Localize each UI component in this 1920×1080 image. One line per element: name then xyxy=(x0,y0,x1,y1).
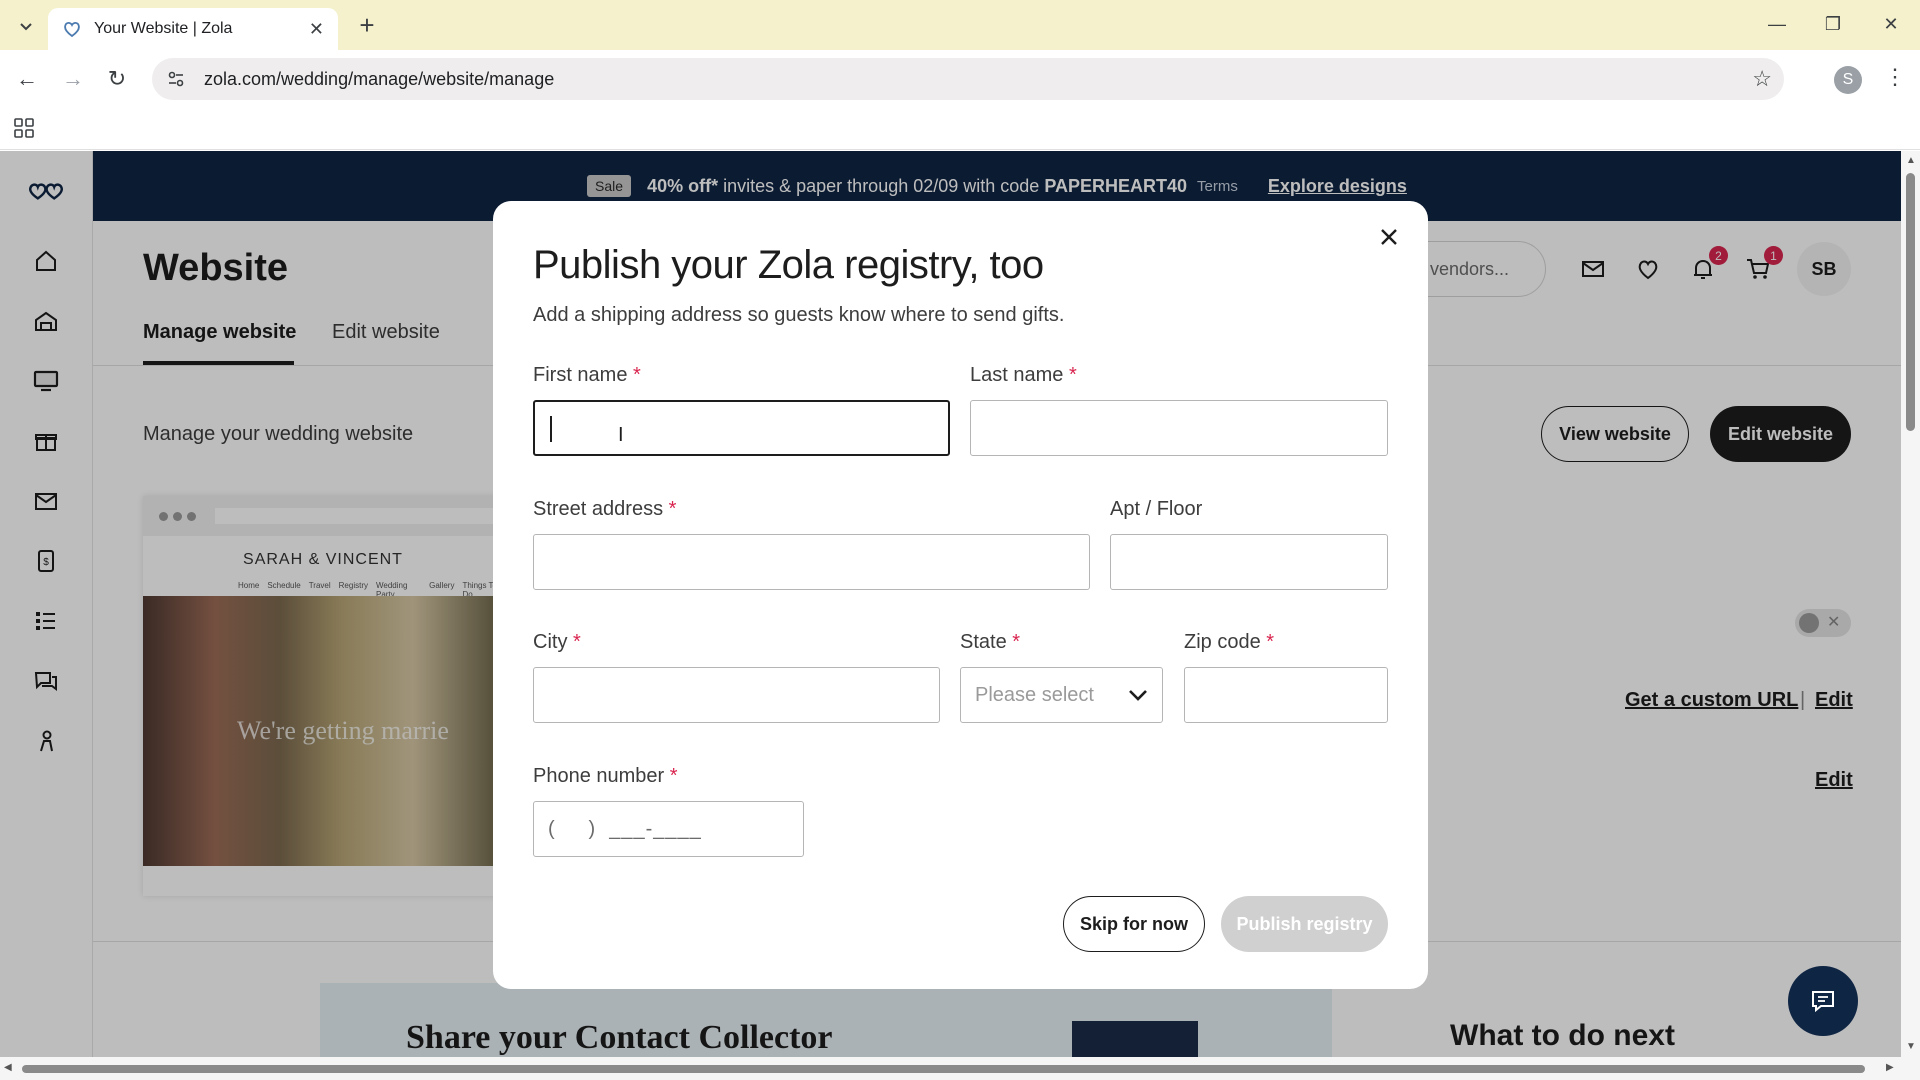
last-name-field[interactable] xyxy=(970,400,1388,456)
first-name-field[interactable]: I xyxy=(533,400,950,456)
modal-title: Publish your Zola registry, too xyxy=(533,243,1044,287)
required-asterisk: * xyxy=(1012,631,1021,653)
new-tab-button[interactable]: + xyxy=(352,10,382,40)
zip-code-field[interactable] xyxy=(1184,667,1388,723)
phone-number-field[interactable]: ( ) ___-____ xyxy=(533,801,804,857)
text-cursor xyxy=(550,416,552,442)
required-asterisk: * xyxy=(668,498,677,520)
vertical-scrollbar[interactable]: ▲ ▼ xyxy=(1901,151,1920,1057)
chat-bubble-icon xyxy=(1812,991,1834,1013)
publish-registry-button[interactable]: Publish registry xyxy=(1221,896,1388,952)
street-address-label: Street address * xyxy=(533,498,676,521)
scroll-down-icon[interactable]: ▼ xyxy=(1906,1041,1916,1052)
state-label: State * xyxy=(960,631,1020,654)
modal-subtitle: Add a shipping address so guests know wh… xyxy=(533,304,1065,326)
required-asterisk: * xyxy=(573,631,581,653)
bookmarks-bar xyxy=(0,108,1920,150)
zip-code-label: Zip code * xyxy=(1184,631,1274,654)
bookmark-star-icon[interactable]: ☆ xyxy=(1752,66,1772,92)
state-select[interactable]: Please select xyxy=(960,667,1163,723)
site-info-icon[interactable] xyxy=(166,69,186,89)
city-label-text: City xyxy=(533,631,568,653)
last-name-label: Last name * xyxy=(970,364,1077,387)
required-asterisk: * xyxy=(1068,364,1077,386)
vertical-scroll-thumb[interactable] xyxy=(1906,173,1915,431)
back-button[interactable]: ← xyxy=(10,62,44,96)
horizontal-scroll-thumb[interactable] xyxy=(22,1065,1865,1073)
zola-heart-icon xyxy=(64,22,80,38)
profile-avatar[interactable]: S xyxy=(1834,66,1862,94)
required-asterisk: * xyxy=(669,765,678,787)
city-label: City * xyxy=(533,631,581,654)
minimize-button[interactable]: — xyxy=(1752,8,1802,40)
mouse-ibeam-icon: I xyxy=(618,424,624,446)
browser-menu-icon[interactable]: ⋮ xyxy=(1884,64,1906,90)
apt-floor-field[interactable] xyxy=(1110,534,1388,590)
chevron-down-icon xyxy=(20,23,32,31)
close-icon xyxy=(1381,229,1397,245)
apps-grid-icon[interactable] xyxy=(12,116,36,140)
first-name-label: First name * xyxy=(533,364,641,387)
scroll-up-icon[interactable]: ▲ xyxy=(1906,155,1916,166)
restore-button[interactable]: ❐ xyxy=(1808,8,1858,40)
apt-floor-label-text: Apt / Floor xyxy=(1110,498,1203,520)
zip-code-label-text: Zip code xyxy=(1184,631,1261,653)
required-asterisk: * xyxy=(633,364,641,386)
scroll-left-icon[interactable]: ◀ xyxy=(4,1062,12,1073)
state-select-value: Please select xyxy=(975,683,1094,706)
reload-button[interactable]: ↻ xyxy=(100,62,134,96)
skip-for-now-button[interactable]: Skip for now xyxy=(1063,896,1205,952)
browser-toolbar: ← → ↻ zola.com/wedding/manage/website/ma… xyxy=(0,50,1920,108)
forward-button[interactable]: → xyxy=(56,62,90,96)
horizontal-scrollbar[interactable]: ◀ ▶ xyxy=(0,1057,1920,1080)
required-asterisk: * xyxy=(1266,631,1275,653)
address-bar[interactable]: zola.com/wedding/manage/website/manage ☆ xyxy=(152,58,1784,100)
url-text: zola.com/wedding/manage/website/manage xyxy=(204,68,555,89)
tab-close-icon[interactable]: ✕ xyxy=(309,19,324,40)
phone-number-label: Phone number * xyxy=(533,765,678,788)
chat-support-button[interactable] xyxy=(1788,966,1858,1036)
tab-search-button[interactable] xyxy=(12,12,40,40)
last-name-label-text: Last name xyxy=(970,364,1064,386)
publish-registry-modal: Publish your Zola registry, too Add a sh… xyxy=(493,201,1428,989)
first-name-label-text: First name xyxy=(533,364,628,386)
tab-title: Your Website | Zola xyxy=(94,20,233,37)
phone-number-label-text: Phone number xyxy=(533,765,665,787)
apt-floor-label: Apt / Floor xyxy=(1110,498,1202,521)
phone-mask: ( ) ___-____ xyxy=(548,817,702,840)
city-field[interactable] xyxy=(533,667,940,723)
chevron-down-icon xyxy=(1129,690,1147,701)
modal-close-button[interactable] xyxy=(1373,221,1405,253)
street-address-label-text: Street address xyxy=(533,498,664,520)
street-address-field[interactable] xyxy=(533,534,1090,590)
scroll-right-icon[interactable]: ▶ xyxy=(1886,1062,1894,1073)
browser-tab-bar: Your Website | Zola ✕ + — ❐ ✕ xyxy=(0,0,1920,50)
close-window-button[interactable]: ✕ xyxy=(1866,8,1916,40)
state-label-text: State xyxy=(960,631,1007,653)
browser-tab[interactable]: Your Website | Zola ✕ xyxy=(48,8,338,50)
